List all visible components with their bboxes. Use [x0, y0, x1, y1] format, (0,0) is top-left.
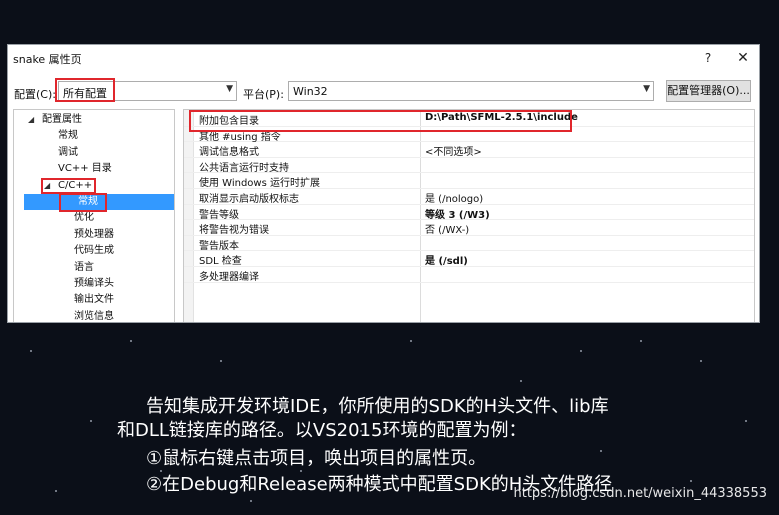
star-dot: [640, 340, 642, 342]
property-name: 取消显示启动版权标志: [199, 194, 299, 205]
property-row[interactable]: 警告版本: [184, 236, 754, 252]
tree-item-label: 代码生成: [74, 245, 114, 257]
property-row[interactable]: 警告等级 等级 3 (/W3): [184, 205, 754, 221]
property-name: 附加包含目录: [199, 116, 259, 127]
star-dot: [90, 420, 92, 422]
property-tree: ◢ 配置属性 常规 调试 VC++ 目录 ◢ C/C++ 常规 优化 预处理器 代码生成 语言 预编译头…: [13, 109, 175, 322]
platform-dropdown[interactable]: Win32 ▼: [288, 81, 654, 101]
property-name: 将警告视为错误: [199, 225, 269, 237]
tree-item-label: 调试: [58, 146, 78, 158]
property-row[interactable]: 公共语言运行时支持: [184, 158, 754, 174]
expand-arrow-icon[interactable]: ◢: [44, 178, 50, 194]
tree-item[interactable]: 语言: [14, 260, 174, 276]
title-bar: snake 属性页 ? ✕: [8, 45, 759, 71]
star-dot: [520, 380, 522, 382]
caption-line: 告知集成开发环境IDE，你所使用的SDK的H头文件、lib库: [146, 396, 609, 417]
tree-item[interactable]: 调试: [14, 145, 174, 161]
star-dot: [410, 340, 412, 342]
configuration-label: 配置(C):: [14, 88, 56, 101]
property-row[interactable]: 将警告视为错误 否 (/WX-): [184, 220, 754, 237]
property-value: <不同选项>: [425, 147, 482, 159]
star-dot: [220, 360, 222, 362]
tree-item[interactable]: 输出文件: [14, 292, 174, 308]
watermark-url: https://blog.csdn.net/weixin_44338553: [513, 486, 767, 501]
property-name: 使用 Windows 运行时扩展: [199, 178, 320, 190]
property-name: SDL 检查: [199, 256, 242, 268]
tree-item-label: 优化: [74, 212, 94, 224]
property-value: 等级 3 (/W3): [425, 209, 490, 221]
property-row[interactable]: 取消显示启动版权标志 是 (/nologo): [184, 189, 754, 205]
caption-line: 和DLL链接库的路径。以VS2015环境的配置为例：: [117, 420, 527, 441]
star-dot: [690, 480, 692, 482]
property-row[interactable]: 多处理器编译: [184, 267, 754, 283]
property-value: D:\Path\SFML-2.5.1\include: [425, 112, 578, 123]
property-name: 警告版本: [199, 240, 239, 252]
tree-item[interactable]: 优化: [14, 210, 174, 226]
property-row[interactable]: 调试信息格式 <不同选项>: [184, 142, 754, 159]
tree-item[interactable]: 浏览信息: [14, 309, 174, 322]
property-row[interactable]: SDL 检查 是 (/sdl): [184, 251, 754, 268]
star-dot: [580, 350, 582, 352]
tree-item-label: C/C++: [58, 179, 93, 191]
tree-item-label: 配置属性: [42, 114, 82, 125]
property-row[interactable]: 附加包含目录 D:\Path\SFML-2.5.1\include: [184, 111, 754, 127]
tree-item-label: 预处理器: [74, 228, 114, 240]
property-name: 调试信息格式: [199, 147, 259, 159]
configuration-manager-button[interactable]: 配置管理器(O)...: [666, 80, 751, 102]
chevron-down-icon: ▼: [226, 84, 233, 94]
property-name: 警告等级: [199, 209, 239, 221]
platform-label: 平台(P):: [243, 88, 284, 101]
window-title: snake 属性页: [13, 53, 82, 66]
star-dot: [30, 350, 32, 352]
property-grid: 附加包含目录 D:\Path\SFML-2.5.1\include 其他 #usin…: [183, 109, 755, 322]
property-name: 其他 #using 指令: [199, 131, 281, 143]
star-dot: [250, 500, 252, 502]
expand-arrow-icon[interactable]: ◢: [28, 112, 34, 128]
property-name: 多处理器编译: [199, 272, 259, 283]
property-pages-dialog: snake 属性页 ? ✕ 配置(C): 所有配置 ▼ 平台(P): Win32…: [7, 44, 760, 323]
property-name: 公共语言运行时支持: [199, 162, 289, 174]
star-dot: [130, 340, 132, 342]
tree-item[interactable]: 代码生成: [14, 243, 174, 259]
close-button[interactable]: ✕: [732, 48, 754, 68]
configuration-dropdown[interactable]: 所有配置 ▼: [58, 81, 237, 101]
property-value: 否 (/WX-): [425, 225, 470, 237]
help-button[interactable]: ?: [698, 48, 718, 68]
star-dot: [700, 360, 702, 362]
tree-item[interactable]: VC++ 目录: [14, 161, 174, 177]
tree-item[interactable]: ◢ C/C++: [14, 178, 174, 194]
property-value: 是 (/nologo): [425, 194, 484, 205]
tree-item[interactable]: 预编译头: [14, 276, 174, 292]
tree-item[interactable]: ◢ 配置属性: [14, 112, 174, 128]
property-value: 是 (/sdl): [425, 256, 468, 268]
tree-item-label: 语言: [74, 261, 94, 273]
tree-item[interactable]: 常规: [24, 194, 174, 210]
tree-item[interactable]: 常规: [14, 128, 174, 144]
tree-item-label: 常规: [58, 130, 78, 142]
configuration-value: 所有配置: [63, 87, 107, 100]
tree-item-label: VC++ 目录: [58, 163, 112, 175]
tree-item-label: 浏览信息: [74, 310, 114, 322]
chevron-down-icon: ▼: [643, 84, 650, 94]
star-dot: [745, 420, 747, 422]
tree-item-label: 输出文件: [74, 294, 114, 306]
property-row[interactable]: 其他 #using 指令: [184, 127, 754, 143]
star-dot: [55, 490, 57, 492]
property-row[interactable]: 使用 Windows 运行时扩展: [184, 173, 754, 190]
star-dot: [600, 450, 602, 452]
platform-value: Win32: [293, 85, 328, 98]
caption-line: ①鼠标右键点击项目，唤出项目的属性页。: [146, 448, 487, 469]
tree-item-label: 常规: [78, 196, 98, 207]
tree-item-label: 预编译头: [74, 278, 114, 289]
tree-item[interactable]: 预处理器: [14, 227, 174, 243]
